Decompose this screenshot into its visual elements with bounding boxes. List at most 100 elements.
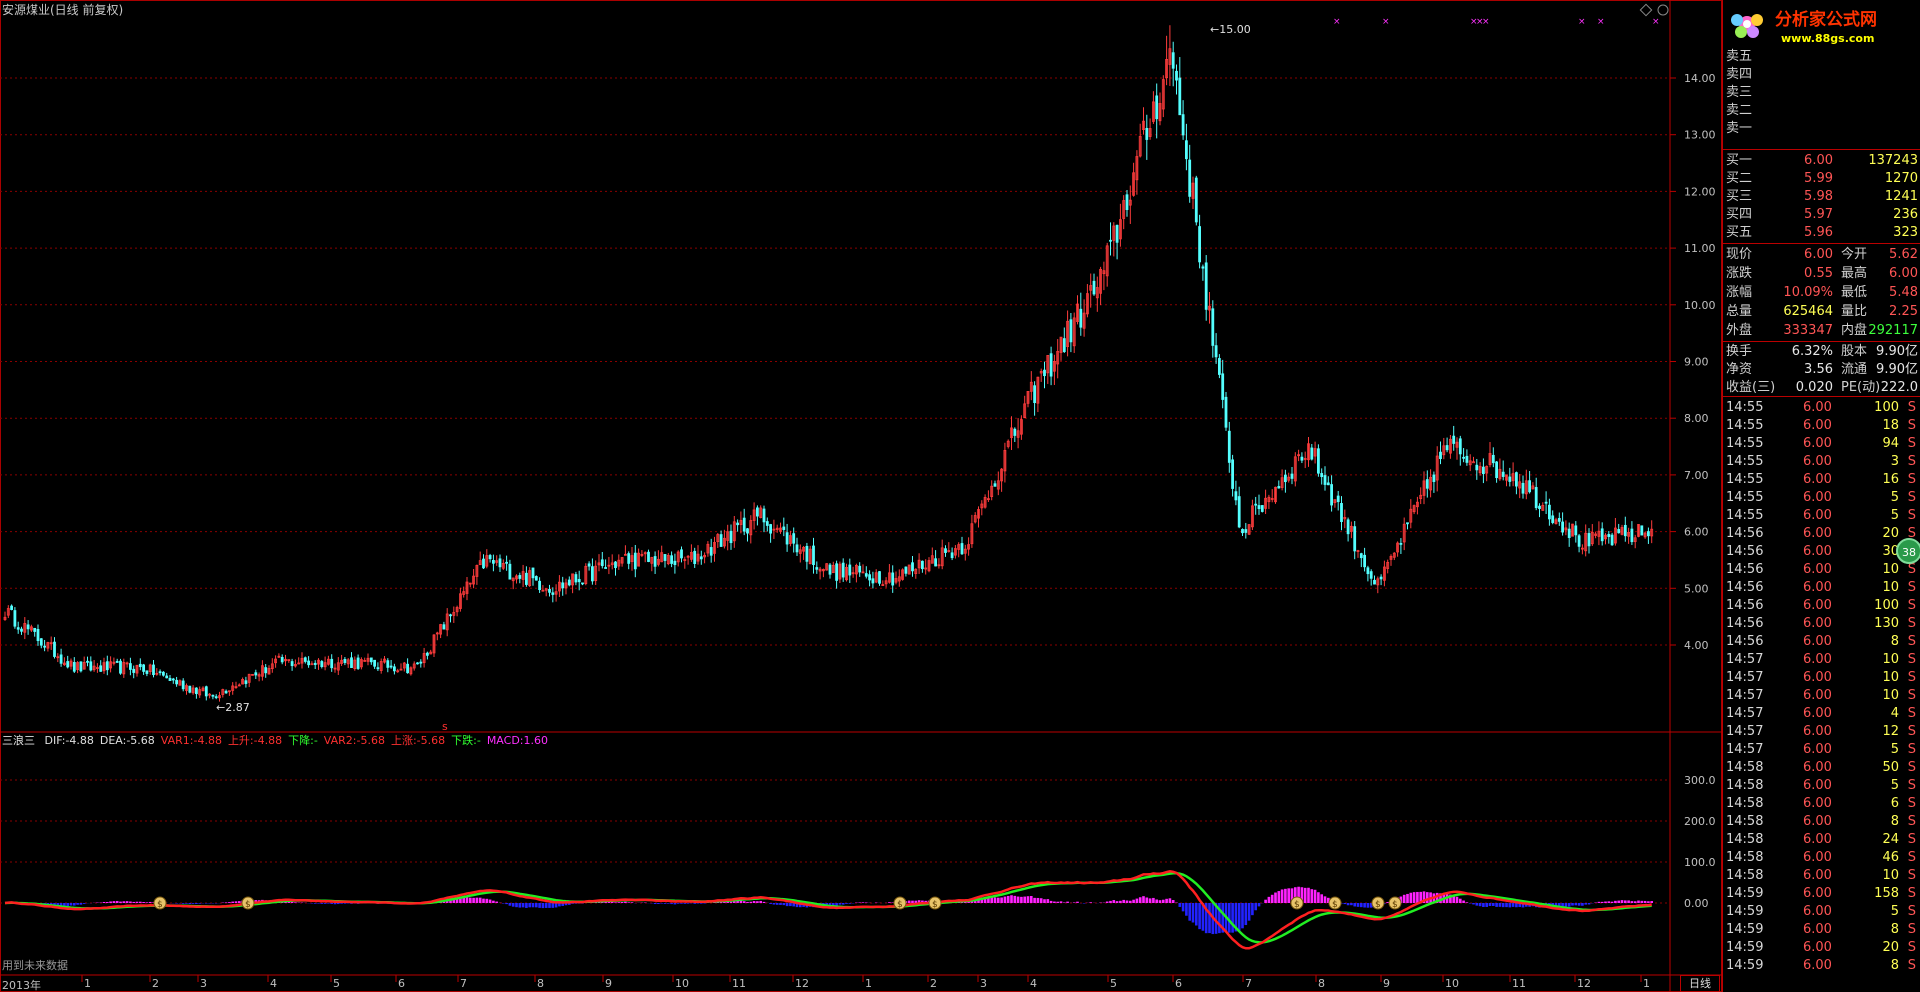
tick-row[interactable]: 14:58 6.00 46 S <box>1723 849 1920 867</box>
tick-row[interactable]: 14:57 6.00 4 S <box>1723 705 1920 723</box>
chart-canvas[interactable]: 14.0013.0012.0011.0010.009.008.007.006.0… <box>0 0 1722 992</box>
ask-row[interactable]: 卖一 <box>1723 120 1920 138</box>
tick-row[interactable]: 14:55 6.00 94 S <box>1723 435 1920 453</box>
money-bag-icon: $ <box>893 896 907 910</box>
tick-price: 6.00 <box>1803 922 1832 937</box>
tick-row[interactable]: 14:58 6.00 8 S <box>1723 813 1920 831</box>
candle-body <box>950 552 954 559</box>
tick-row[interactable]: 14:59 6.00 20 S <box>1723 939 1920 957</box>
candle-body <box>1211 308 1215 346</box>
tick-row[interactable]: 14:58 6.00 5 S <box>1723 777 1920 795</box>
tick-volume: 4 <box>1890 706 1899 721</box>
tick-row[interactable]: 14:57 6.00 10 S <box>1723 669 1920 687</box>
tick-row[interactable]: 14:57 6.00 5 S <box>1723 741 1920 759</box>
bid-row[interactable]: 买一 6.00 137243 <box>1723 152 1920 170</box>
bid-row[interactable]: 买三 5.98 1241 <box>1723 188 1920 206</box>
bid-row[interactable]: 买二 5.99 1270 <box>1723 170 1920 188</box>
tick-price: 6.00 <box>1803 418 1832 433</box>
tick-row[interactable]: 14:58 6.00 10 S <box>1723 867 1920 885</box>
price-axis-label: 9.00 <box>1684 356 1709 369</box>
candle-body <box>871 578 875 584</box>
ask-row[interactable]: 卖三 <box>1723 84 1920 102</box>
tick-time: 14:59 <box>1726 904 1764 919</box>
period-button[interactable]: 日线 <box>1680 975 1720 992</box>
quote-row: 现价 6.00 今开 5.62 <box>1723 246 1920 264</box>
tick-flag: S <box>1907 454 1916 469</box>
candle-body <box>795 544 799 553</box>
tick-row[interactable]: 14:57 6.00 10 S <box>1723 651 1920 669</box>
tick-row[interactable]: 14:55 6.00 5 S <box>1723 489 1920 507</box>
tick-row[interactable]: 14:59 6.00 8 S <box>1723 957 1920 975</box>
candle-body <box>1062 338 1066 353</box>
candle-body <box>729 530 733 544</box>
tick-row[interactable]: 14:59 6.00 5 S <box>1723 903 1920 921</box>
money-bag-icon: $ <box>1388 896 1402 910</box>
candle-body <box>1244 529 1248 533</box>
candle-body <box>1610 534 1614 546</box>
candle-body <box>138 663 142 668</box>
quote-label: 最高 <box>1841 266 1868 281</box>
ask-row[interactable]: 卖二 <box>1723 102 1920 120</box>
tick-row[interactable]: 14:57 6.00 12 S <box>1723 723 1920 741</box>
tick-row[interactable]: 14:56 6.00 20 S <box>1723 525 1920 543</box>
tick-row[interactable]: 14:55 6.00 16 S <box>1723 471 1920 489</box>
bid-row[interactable]: 买五 5.96 323 <box>1723 224 1920 242</box>
candle-body <box>1607 534 1611 537</box>
x-marker: × <box>1652 17 1660 27</box>
bid-row[interactable]: 买四 5.97 236 <box>1723 206 1920 224</box>
tick-flag: S <box>1907 778 1916 793</box>
x-marker: × <box>1333 17 1341 27</box>
tick-row[interactable]: 14:55 6.00 5 S <box>1723 507 1920 525</box>
tick-price: 6.00 <box>1803 796 1832 811</box>
tick-row[interactable]: 14:56 6.00 10 S <box>1723 579 1920 597</box>
bid-price: 6.00 <box>1804 153 1833 168</box>
indicator-axis-label: 0.00 <box>1684 897 1709 910</box>
tick-flag: S <box>1907 904 1916 919</box>
x-axis-label: 9 <box>605 977 612 990</box>
candle-body <box>577 579 581 583</box>
tick-row[interactable]: 14:59 6.00 8 S <box>1723 921 1920 939</box>
candle-body <box>1336 495 1340 503</box>
candle-body <box>934 558 937 567</box>
floating-badge[interactable]: 38 <box>1896 538 1920 564</box>
tick-time: 14:55 <box>1726 472 1764 487</box>
tick-time: 14:57 <box>1726 724 1764 739</box>
candle-body <box>425 652 429 656</box>
fund-value: 9.90亿 <box>1876 362 1918 377</box>
indicator-item: 下跌:- <box>451 734 481 747</box>
candle-body <box>99 665 103 672</box>
candle-body <box>1353 526 1357 552</box>
candle-body <box>1363 554 1366 568</box>
ask-row[interactable]: 卖四 <box>1723 66 1920 84</box>
tick-row[interactable]: 14:58 6.00 50 S <box>1723 759 1920 777</box>
tick-row[interactable]: 14:56 6.00 130 S <box>1723 615 1920 633</box>
tick-row[interactable]: 14:55 6.00 100 S <box>1723 399 1920 417</box>
tick-flag: S <box>1907 418 1916 433</box>
tick-time: 14:56 <box>1726 634 1764 649</box>
x-axis-label: 6 <box>1175 977 1182 990</box>
tick-time: 14:58 <box>1726 778 1764 793</box>
tick-row[interactable]: 14:55 6.00 18 S <box>1723 417 1920 435</box>
ask-row[interactable]: 卖五 <box>1723 48 1920 66</box>
money-bag-glyph: $ <box>1375 900 1381 910</box>
candle-body <box>1346 519 1350 535</box>
candle-body <box>369 657 373 663</box>
tick-row[interactable]: 14:57 6.00 10 S <box>1723 687 1920 705</box>
candle-body <box>1194 177 1198 223</box>
tick-row[interactable]: 14:56 6.00 10 S <box>1723 561 1920 579</box>
tick-row[interactable]: 14:56 6.00 8 S <box>1723 633 1920 651</box>
money-bag-icon: $ <box>153 896 167 910</box>
indicator-item: VAR1:-4.88 <box>160 734 222 747</box>
tick-row[interactable]: 14:59 6.00 158 S <box>1723 885 1920 903</box>
tick-row[interactable]: 14:566.0030S <box>1723 543 1920 561</box>
tick-price: 6.00 <box>1803 526 1832 541</box>
tick-row[interactable]: 14:56 6.00 100 S <box>1723 597 1920 615</box>
candle-body <box>1432 474 1436 482</box>
candles-group <box>3 25 1654 702</box>
tick-row[interactable]: 14:58 6.00 6 S <box>1723 795 1920 813</box>
tick-row[interactable]: 14:55 6.00 3 S <box>1723 453 1920 471</box>
candle-body <box>1359 553 1363 559</box>
money-bag-icon: $ <box>241 896 255 910</box>
tick-row[interactable]: 14:58 6.00 24 S <box>1723 831 1920 849</box>
x-marker: × <box>1597 17 1605 27</box>
